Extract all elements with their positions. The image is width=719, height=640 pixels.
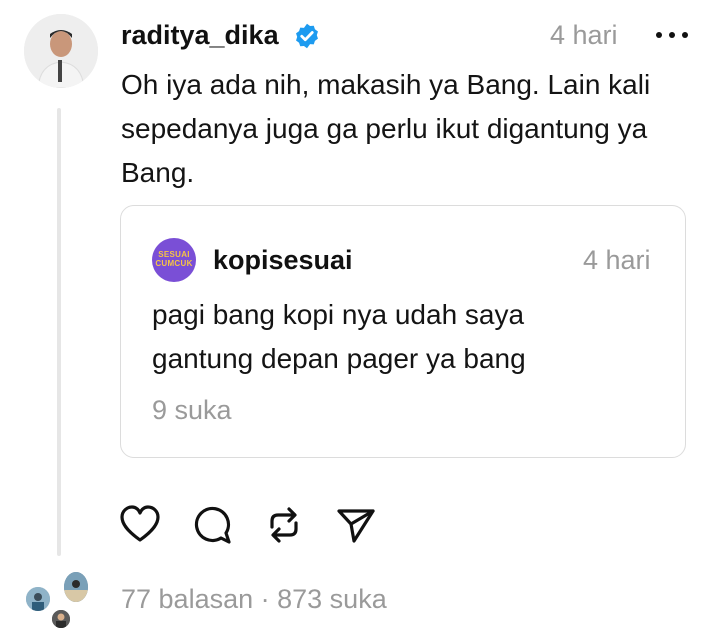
post-time: 4 hari (550, 20, 618, 50)
thread-line (57, 108, 61, 556)
username[interactable]: raditya_dika (121, 18, 279, 52)
quote-likes[interactable]: 9 suka (152, 393, 232, 427)
quote-time: 4 hari (583, 245, 651, 275)
comment-bubble-icon[interactable] (190, 503, 234, 547)
quote-username[interactable]: kopisesuai (213, 243, 353, 277)
quote-avatar-logo-text: SESUAI CUMCUK (155, 250, 193, 268)
repost-icon[interactable] (262, 503, 306, 547)
like-count[interactable]: 873 suka (277, 584, 387, 614)
quote-avatar[interactable]: SESUAI CUMCUK (152, 238, 196, 282)
verified-badge-icon (296, 23, 318, 49)
quote-text: pagi bang kopi nya udah saya gantung dep… (152, 299, 526, 374)
avatar[interactable] (24, 14, 98, 88)
post-text: Oh iya ada nih, makasih ya Bang. Lain ka… (121, 69, 651, 188)
post-stats: 77 balasan · 873 suka (121, 582, 387, 616)
reply-avatar[interactable] (62, 570, 90, 604)
reply-avatar[interactable] (24, 585, 52, 613)
reply-avatar[interactable] (50, 608, 72, 630)
heart-icon[interactable] (118, 503, 162, 547)
reply-count[interactable]: 77 balasan (121, 584, 253, 614)
stats-separator: · (253, 584, 278, 614)
send-icon[interactable] (334, 503, 378, 547)
more-dots-icon[interactable] (652, 20, 692, 50)
